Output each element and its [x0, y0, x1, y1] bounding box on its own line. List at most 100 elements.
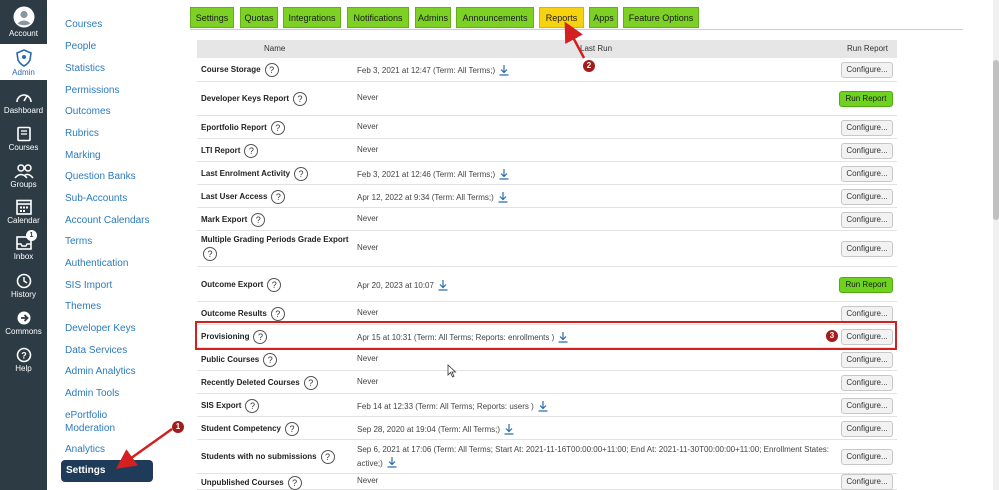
- header-last-run: Last Run: [580, 44, 613, 53]
- sub-nav-analytics[interactable]: Analytics: [65, 444, 105, 455]
- help-question-icon[interactable]: ?: [244, 143, 259, 158]
- configure-button[interactable]: Configure...: [841, 188, 893, 205]
- help-question-icon[interactable]: ?: [320, 450, 335, 464]
- last-run-text: Never: [357, 307, 379, 317]
- sub-nav-settings[interactable]: Settings: [61, 460, 153, 482]
- configure-button[interactable]: Configure...: [841, 142, 893, 159]
- global-nav-inbox[interactable]: Inbox 1: [0, 230, 47, 264]
- scrollbar-thumb[interactable]: [993, 60, 999, 220]
- global-nav-label: Commons: [5, 327, 42, 336]
- run-report-button[interactable]: Run Report: [839, 91, 893, 107]
- help-question-icon[interactable]: ?: [245, 398, 260, 413]
- configure-button[interactable]: Configure...: [841, 165, 893, 182]
- help-question-icon[interactable]: ?: [203, 247, 217, 261]
- configure-button[interactable]: Configure...: [841, 241, 893, 257]
- clock-icon: [0, 273, 47, 289]
- report-name: Multiple Grading Periods Grade Export: [201, 235, 349, 244]
- table-row: Outcome Export? Apr 20, 2023 at 10:07 Run …: [197, 267, 897, 302]
- configure-button[interactable]: Configure...: [841, 449, 893, 465]
- sub-nav-people[interactable]: People: [65, 41, 96, 52]
- sub-nav-authentication[interactable]: Authentication: [65, 258, 128, 269]
- sub-nav-courses[interactable]: Courses: [65, 19, 102, 30]
- download-icon[interactable]: [497, 191, 509, 205]
- global-nav-courses[interactable]: Courses: [0, 121, 47, 155]
- sub-nav-developer-keys[interactable]: Developer Keys: [65, 323, 136, 334]
- sub-nav-marking[interactable]: Marking: [65, 150, 101, 161]
- last-run-text: Never: [357, 121, 379, 131]
- help-question-icon[interactable]: ?: [294, 166, 309, 181]
- sub-nav-eportfolio-moderation[interactable]: ePortfolio Moderation: [65, 409, 155, 435]
- download-icon[interactable]: [386, 456, 398, 472]
- table-row: Students with no submissions? Sep 6, 2021…: [197, 440, 897, 474]
- sub-nav-permissions[interactable]: Permissions: [65, 85, 119, 96]
- help-question-icon[interactable]: ?: [303, 375, 318, 390]
- tab-settings[interactable]: Settings: [190, 7, 234, 28]
- table-row: Course Storage? Feb 3, 2021 at 12:47 (Ter…: [197, 58, 897, 82]
- global-nav-account[interactable]: Account: [0, 4, 47, 41]
- help-question-icon[interactable]: ?: [270, 306, 285, 321]
- global-nav-dashboard[interactable]: Dashboard: [0, 84, 47, 118]
- global-nav-groups[interactable]: Groups: [0, 158, 47, 192]
- help-question-icon[interactable]: ?: [251, 212, 266, 227]
- download-icon[interactable]: [537, 400, 549, 414]
- global-nav-history[interactable]: History: [0, 268, 47, 302]
- tab-divider: [190, 29, 963, 30]
- configure-button[interactable]: Configure...: [841, 305, 893, 322]
- configure-button[interactable]: Configure...: [841, 62, 893, 78]
- table-row: Last User Access? Apr 12, 2022 at 9:34 (T…: [197, 185, 897, 208]
- report-name: Outcome Results: [201, 308, 267, 318]
- tab-admins[interactable]: Admins: [415, 7, 451, 28]
- download-icon[interactable]: [498, 64, 510, 78]
- help-question-icon[interactable]: ?: [287, 476, 302, 490]
- sub-nav-outcomes[interactable]: Outcomes: [65, 106, 111, 117]
- tab-notifications[interactable]: Notifications: [347, 7, 409, 28]
- last-run-text: Feb 3, 2021 at 12:46 (Term: All Terms;): [357, 169, 496, 179]
- tab-integrations[interactable]: Integrations: [283, 7, 341, 28]
- sub-nav-terms[interactable]: Terms: [65, 236, 92, 247]
- help-question-icon[interactable]: ?: [267, 277, 282, 292]
- configure-button[interactable]: Configure...: [841, 351, 893, 368]
- help-question-icon[interactable]: ?: [271, 189, 286, 204]
- report-name: Mark Export: [201, 214, 248, 224]
- sub-nav-admin-analytics[interactable]: Admin Analytics: [65, 366, 136, 377]
- configure-button[interactable]: Configure...: [841, 474, 893, 490]
- configure-button[interactable]: Configure...: [841, 211, 893, 228]
- sub-nav-question-banks[interactable]: Question Banks: [65, 171, 136, 182]
- tab-announcements[interactable]: Announcements: [456, 7, 534, 28]
- inbox-icon: [0, 235, 47, 251]
- tab-quotas[interactable]: Quotas: [240, 7, 278, 28]
- download-icon[interactable]: [437, 279, 449, 293]
- sub-nav-sis-import[interactable]: SIS Import: [65, 280, 112, 291]
- help-question-icon[interactable]: ?: [264, 63, 279, 77]
- configure-button[interactable]: Configure...: [841, 420, 893, 437]
- configure-button[interactable]: Configure...: [841, 119, 893, 136]
- help-question-icon[interactable]: ?: [293, 92, 308, 106]
- global-nav-commons[interactable]: Commons: [0, 305, 47, 339]
- table-row: Mark Export? Never Configure...: [197, 208, 897, 231]
- tab-feature-options[interactable]: Feature Options: [623, 7, 699, 28]
- report-name: Public Courses: [201, 354, 260, 364]
- sub-nav-sub-accounts[interactable]: Sub-Accounts: [65, 193, 127, 204]
- run-report-button[interactable]: Run Report: [839, 276, 893, 293]
- sub-nav-rubrics[interactable]: Rubrics: [65, 128, 99, 139]
- last-run-text: Sep 6, 2021 at 17:06 (Term: All Terms; S…: [357, 445, 830, 469]
- configure-button[interactable]: Configure...: [841, 374, 893, 391]
- configure-button[interactable]: Configure...: [841, 397, 893, 414]
- sub-nav-statistics[interactable]: Statistics: [65, 63, 105, 74]
- sub-nav-account-calendars[interactable]: Account Calendars: [65, 215, 150, 226]
- sub-nav-themes[interactable]: Themes: [65, 301, 101, 312]
- help-question-icon[interactable]: ?: [285, 421, 300, 436]
- annotation-badge-2: 2: [583, 60, 595, 72]
- global-nav-admin[interactable]: Admin: [0, 44, 47, 80]
- help-icon: ?: [0, 347, 47, 363]
- sub-nav-data-services[interactable]: Data Services: [65, 345, 127, 356]
- download-icon[interactable]: [503, 423, 515, 437]
- global-nav-help[interactable]: ? Help: [0, 342, 47, 376]
- global-nav-calendar[interactable]: Calendar: [0, 194, 47, 228]
- tab-reports[interactable]: Reports: [539, 7, 584, 28]
- download-icon[interactable]: [498, 168, 510, 182]
- tab-apps[interactable]: Apps: [589, 7, 618, 28]
- help-question-icon[interactable]: ?: [270, 120, 285, 135]
- sub-nav-admin-tools[interactable]: Admin Tools: [65, 388, 119, 399]
- help-question-icon[interactable]: ?: [263, 352, 278, 367]
